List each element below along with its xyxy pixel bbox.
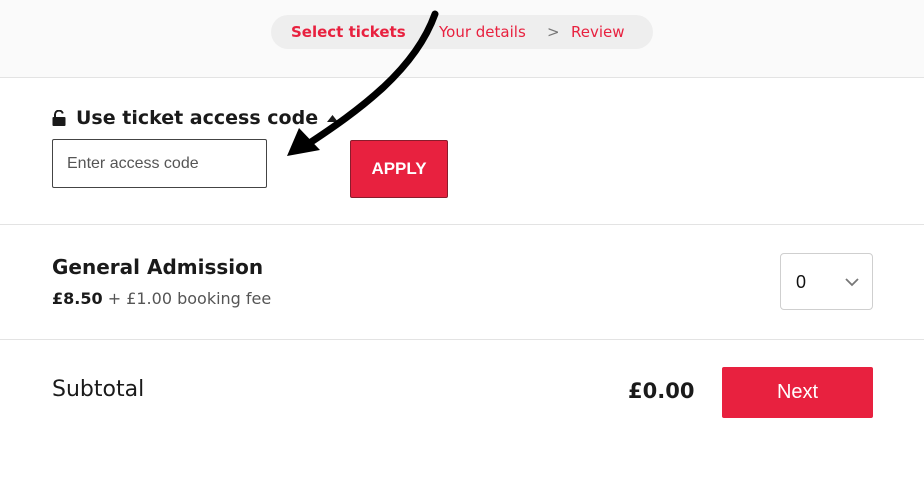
step-select-tickets[interactable]: Select tickets — [291, 15, 406, 49]
ticket-quantity-select[interactable]: 0 — [780, 253, 873, 310]
caret-up-icon — [327, 115, 339, 122]
checkout-header: Select tickets Your details > Review — [0, 0, 924, 78]
divider — [0, 339, 924, 340]
subtotal-amount: £0.00 — [628, 379, 695, 403]
unlocked-padlock-icon — [52, 110, 66, 126]
access-code-toggle[interactable]: Use ticket access code — [52, 106, 339, 130]
step-separator: > — [547, 23, 560, 41]
step-review[interactable]: Review — [571, 15, 625, 49]
subtotal-label: Subtotal — [52, 377, 145, 402]
booking-fee: + £1.00 booking fee — [107, 289, 272, 308]
chevron-down-icon — [845, 278, 859, 287]
access-code-input[interactable] — [52, 139, 267, 188]
access-code-label: Use ticket access code — [76, 107, 319, 129]
ticket-price-line: £8.50 + £1.00 booking fee — [52, 289, 271, 309]
quantity-value: 0 — [796, 272, 807, 292]
apply-button[interactable]: APPLY — [350, 140, 448, 198]
ticket-price: £8.50 — [52, 289, 103, 308]
step-your-details[interactable]: Your details — [439, 15, 526, 49]
ticket-name: General Admission — [52, 255, 264, 279]
next-button[interactable]: Next — [722, 367, 873, 418]
divider — [0, 224, 924, 225]
checkout-stepper: Select tickets Your details > Review — [271, 15, 653, 49]
